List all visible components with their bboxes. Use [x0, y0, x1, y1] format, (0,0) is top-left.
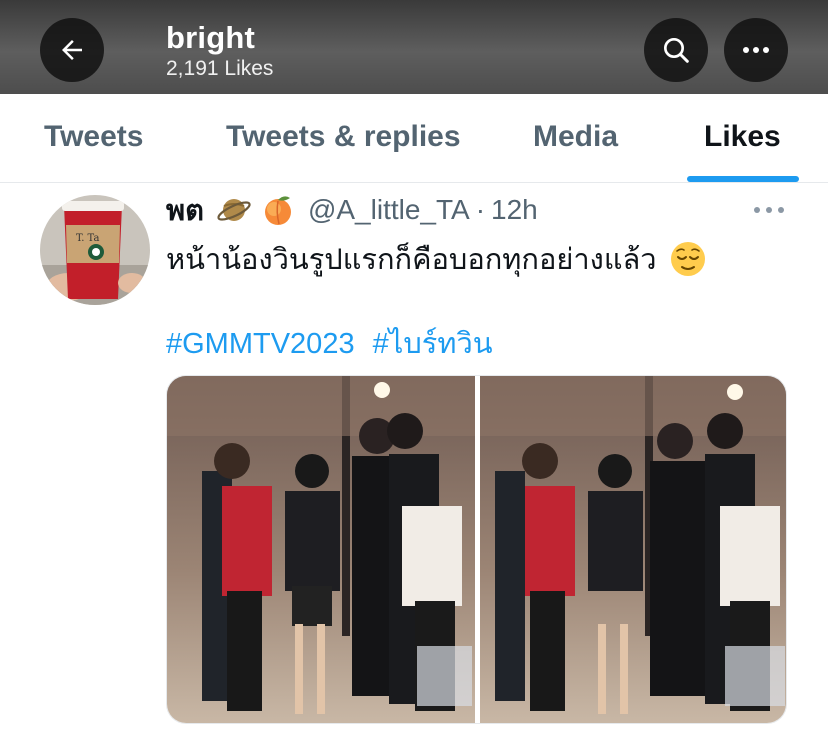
- profile-name: bright: [166, 20, 256, 55]
- svg-text:T. Ta: T. Ta: [76, 233, 99, 244]
- likes-count: 2,191 Likes: [166, 57, 274, 80]
- author-handle[interactable]: @A_little_TA: [308, 194, 470, 226]
- more-horizontal-icon: [743, 47, 769, 53]
- tweet-photo[interactable]: [167, 376, 475, 724]
- avatar[interactable]: T. Ta: [40, 195, 150, 305]
- tab-tweets-replies[interactable]: Tweets & replies: [226, 120, 461, 154]
- tweet-photo[interactable]: [480, 376, 787, 724]
- tweet-media: [166, 375, 787, 724]
- hashtag-link[interactable]: #GMMTV2023: [166, 328, 355, 360]
- peach-emoji-icon: [264, 196, 291, 225]
- ringed-planet-emoji-icon: [217, 199, 251, 221]
- tab-likes[interactable]: Likes: [704, 120, 781, 154]
- search-icon: [664, 38, 689, 63]
- tab-tweets[interactable]: Tweets: [44, 120, 143, 154]
- tweet-time[interactable]: 12h: [491, 194, 538, 226]
- active-tab-indicator: [687, 176, 799, 182]
- author-name[interactable]: พต: [166, 187, 204, 233]
- tweet-header: พต @A_little_TA · 12h: [166, 192, 538, 228]
- tweet-more-icon[interactable]: [752, 205, 786, 215]
- tweet-text: หน้าน้องวินรูปแรกก็คือบอกทุกอย่างแล้ว: [166, 236, 707, 282]
- hashtags: #GMMTV2023 #ไบร์ทวิน: [166, 320, 493, 366]
- relieved-face-emoji-icon: [670, 242, 705, 276]
- profile-header: bright 2,191 Likes: [0, 0, 828, 94]
- back-button[interactable]: [40, 18, 104, 82]
- hashtag-link[interactable]: #ไบร์ทวิน: [373, 328, 493, 360]
- search-button[interactable]: [644, 18, 708, 82]
- more-button[interactable]: [724, 18, 788, 82]
- tab-media[interactable]: Media: [533, 120, 618, 154]
- separator-dot: ·: [475, 194, 486, 225]
- profile-tabs: Tweets Tweets & replies Media Likes: [0, 94, 828, 183]
- arrow-left-icon: [62, 40, 82, 60]
- tweet-text-body: หน้าน้องวินรูปแรกก็คือบอกทุกอย่างแล้ว: [166, 244, 657, 276]
